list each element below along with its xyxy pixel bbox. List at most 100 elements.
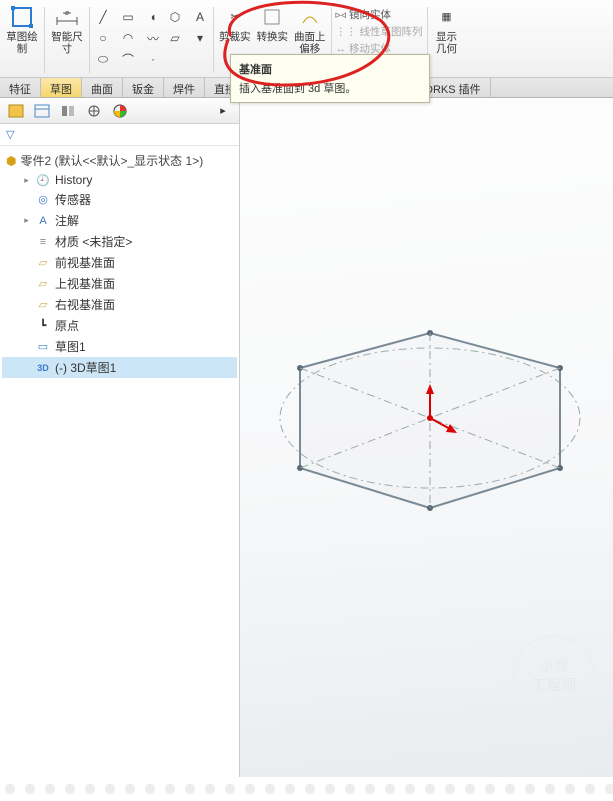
label: 原点: [55, 317, 79, 334]
tree-tab-dim-icon[interactable]: [84, 102, 104, 120]
point-tool-icon[interactable]: ·: [142, 49, 164, 69]
feature-tree: ⬢ 零件2 (默认<<默认>_显示状态 1>) ▸ 🕘 History ◎传感器 ▸…: [0, 146, 239, 777]
line-tool-icon[interactable]: ╱: [92, 7, 114, 27]
tree-item-top-plane[interactable]: ▱上视基准面: [2, 273, 237, 294]
tree-tab-config-icon[interactable]: [58, 102, 78, 120]
tree-item-material[interactable]: ≡ 材质 <未指定>: [2, 231, 237, 252]
circle-tool-icon[interactable]: ○: [92, 28, 114, 48]
tooltip-body: 插入基准面到 3d 草图。: [239, 80, 421, 96]
svg-text:ø: ø: [65, 10, 70, 17]
convert-icon: [260, 5, 284, 29]
label: 曲面上 偏移: [294, 31, 326, 55]
display-button[interactable]: ▦ 显示 几何: [430, 3, 464, 77]
dimension-icon: ø: [55, 5, 79, 29]
plane-icon: ▱: [35, 256, 51, 270]
part-icon: ⬢: [6, 154, 16, 168]
more-tool-icon[interactable]: ▾: [189, 28, 211, 48]
sketch-tools-grid-2: ⬡ A ▱ ▾: [164, 3, 211, 77]
tree-item-right-plane[interactable]: ▱ 右视基准面: [2, 294, 237, 315]
watermark: 小 國 工程师: [513, 635, 595, 717]
label: 剪裁实: [219, 31, 251, 43]
tree-tab-property-icon[interactable]: [32, 102, 52, 120]
tree-tab-appearance-icon[interactable]: [110, 102, 130, 120]
tab-sheetmetal[interactable]: 钣金: [123, 78, 164, 97]
tab-sketch[interactable]: 草图: [41, 78, 82, 97]
tree-item-3dsketch1[interactable]: 3D (-) 3D草图1: [2, 357, 237, 378]
separator: [213, 7, 214, 73]
linear-pattern-button[interactable]: ⋮⋮线性草图阵列: [336, 24, 423, 39]
label: 转换实: [257, 31, 289, 43]
label: 显示 几何: [436, 31, 457, 55]
plane-tool-icon[interactable]: ▱: [164, 28, 186, 48]
origin-icon: ┗: [35, 319, 51, 333]
tree-tab-featuremanager-icon[interactable]: [6, 102, 26, 120]
tab-features[interactable]: 特征: [0, 78, 41, 97]
mirror-button[interactable]: ▹◃镜向实体: [336, 7, 423, 22]
filter-row: ▽: [0, 124, 239, 146]
label: 草图绘 制: [6, 31, 38, 55]
tree-item-front-plane[interactable]: ▱ 前视基准面: [2, 252, 237, 273]
expand-icon[interactable]: ▸: [22, 175, 31, 186]
workspace: ▸ ▽ ⬢ 零件2 (默认<<默认>_显示状态 1>) ▸ 🕘 History ◎传…: [0, 98, 613, 777]
filter-icon[interactable]: ▽: [6, 128, 14, 141]
fillet-tool-icon[interactable]: ⌒: [117, 49, 139, 69]
mirror-icon: ▹◃: [336, 9, 347, 21]
tree-item-sketch1[interactable]: ▭ 草图1: [2, 336, 237, 357]
label: 镜向实体: [349, 7, 391, 22]
tab-weldment[interactable]: 焊件: [164, 78, 205, 97]
tree-item-history[interactable]: ▸ 🕘 History: [2, 171, 237, 189]
graphics-viewport[interactable]: 小 國 工程师: [240, 98, 613, 777]
label: 前视基准面: [55, 254, 115, 271]
label: 材质 <未指定>: [55, 233, 132, 250]
label: 传感器: [55, 191, 91, 208]
ellipse-tool-icon[interactable]: ⬭: [92, 49, 114, 69]
history-icon: 🕘: [35, 173, 51, 187]
spline-tool-icon[interactable]: 〰: [142, 28, 164, 48]
smart-dimension-button[interactable]: ø 智能尺 寸: [47, 3, 87, 77]
separator: [89, 7, 90, 73]
label: 零件2 (默认<<默认>_显示状态 1>): [20, 152, 203, 169]
annotation-icon: A: [35, 214, 51, 228]
plane-icon: ▱: [35, 298, 51, 312]
tree-item-annotations[interactable]: ▸ A 注解: [2, 210, 237, 231]
plane-icon: ▱: [35, 277, 51, 291]
tooltip-title: 基准面: [239, 61, 421, 77]
material-icon: ≡: [35, 235, 51, 249]
separator: [44, 7, 45, 73]
label: 注解: [55, 212, 79, 229]
stamp-border: [0, 777, 613, 789]
watermark-line1: 小 國: [540, 657, 567, 674]
trim-icon: ✂: [223, 5, 247, 29]
text-tool-icon[interactable]: A: [189, 7, 211, 27]
expand-icon[interactable]: ▸: [22, 215, 31, 226]
feature-tree-panel: ▸ ▽ ⬢ 零件2 (默认<<默认>_显示状态 1>) ▸ 🕘 History ◎传…: [0, 98, 240, 777]
label: (-) 3D草图1: [55, 359, 116, 376]
move-icon: ↔: [336, 43, 347, 55]
sketch-icon: [10, 5, 34, 29]
arc-tool-icon[interactable]: ◠: [117, 28, 139, 48]
polygon-tool-icon[interactable]: ⬡: [164, 7, 186, 27]
stamp-border: [0, 789, 613, 801]
label: 智能尺 寸: [51, 31, 83, 55]
tree-collapse-icon[interactable]: ▸: [213, 102, 233, 120]
sketch-draw-button[interactable]: 草图绘 制: [2, 3, 42, 77]
pattern-icon: ⋮⋮: [336, 26, 357, 38]
tree-item-origin[interactable]: ┗ 原点: [2, 315, 237, 336]
offset-icon: [298, 5, 322, 29]
tree-root[interactable]: ⬢ 零件2 (默认<<默认>_显示状态 1>): [2, 150, 237, 171]
tree-item-sensors[interactable]: ◎传感器: [2, 189, 237, 210]
sketch-icon: ▭: [35, 340, 51, 354]
plane-tooltip: 基准面 插入基准面到 3d 草图。: [230, 54, 430, 103]
label: 草图1: [55, 338, 86, 355]
3dsketch-icon: 3D: [35, 361, 51, 375]
watermark-line2: 工程师: [531, 674, 576, 695]
tab-surface[interactable]: 曲面: [82, 78, 123, 97]
label: 右视基准面: [55, 296, 115, 313]
display-icon: ▦: [435, 5, 459, 29]
sketch-tools-grid: ╱ ▭ ◖ ○ ◠ 〰 ⬭ ⌒ ·: [92, 3, 164, 77]
tree-toolbar: ▸: [0, 98, 239, 124]
slot-tool-icon[interactable]: ◖: [142, 7, 164, 27]
label: History: [55, 173, 92, 187]
label: 线性草图阵列: [360, 24, 423, 39]
rect-tool-icon[interactable]: ▭: [117, 7, 139, 27]
